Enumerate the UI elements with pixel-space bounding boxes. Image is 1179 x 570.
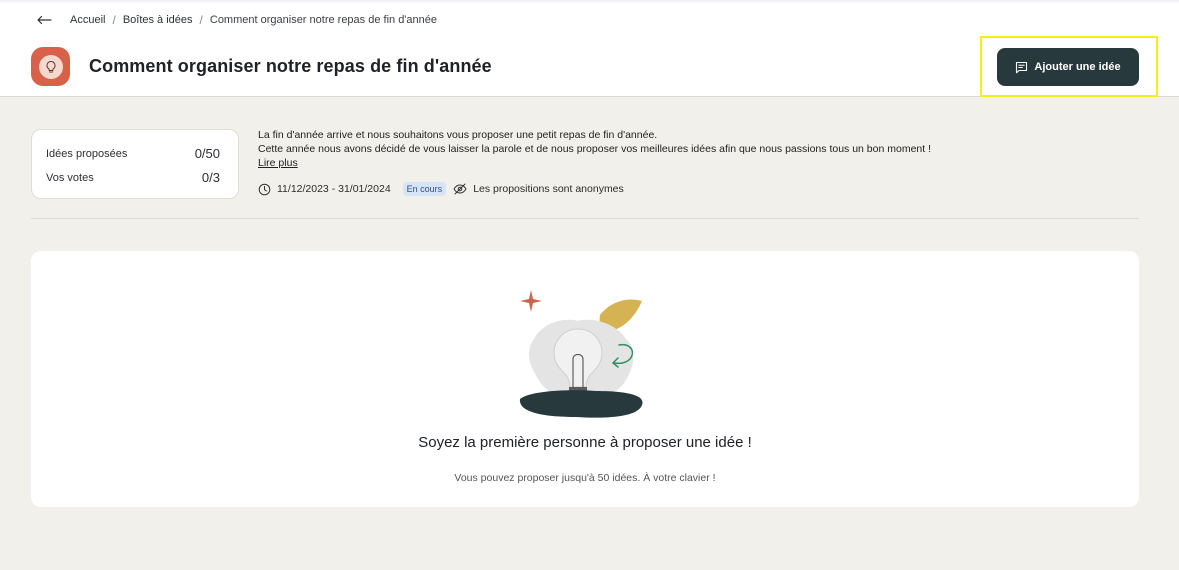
section-divider xyxy=(31,218,1139,219)
page-title: Comment organiser notre repas de fin d'a… xyxy=(89,56,492,76)
comment-icon xyxy=(1015,61,1028,74)
lightbulb-icon xyxy=(38,54,63,79)
breadcrumb: Accueil / Boîtes à idées / Comment organ… xyxy=(36,12,437,28)
read-more-link[interactable]: Lire plus xyxy=(258,157,298,169)
empty-state-card: Soyez la première personne à proposer un… xyxy=(31,251,1139,507)
breadcrumb-separator: / xyxy=(199,13,203,27)
description-line: Cette année nous avons décidé de vous la… xyxy=(258,142,931,155)
breadcrumb-separator: / xyxy=(112,13,116,27)
description: La fin d'année arrive et nous souhaitons… xyxy=(258,129,1118,156)
lightbulb-illustration xyxy=(516,287,656,421)
meta-info: 11/12/2023 - 31/01/2024 En cours Les pro… xyxy=(258,180,624,198)
stats-card: Idées proposées 0/50 Vos votes 0/3 xyxy=(31,129,239,199)
app-icon xyxy=(31,47,70,86)
description-line: La fin d'année arrive et nous souhaitons… xyxy=(258,129,658,141)
votes-value: 0/3 xyxy=(201,170,220,185)
status-badge: En cours xyxy=(402,182,447,196)
ideas-label: Idées proposées xyxy=(46,147,128,160)
empty-state-title: Soyez la première personne à proposer un… xyxy=(418,434,752,451)
breadcrumb-idea-boxes[interactable]: Boîtes à idées xyxy=(123,14,193,26)
breadcrumb-home[interactable]: Accueil xyxy=(70,14,105,26)
empty-state-subtitle: Vous pouvez proposer jusqu'à 50 idées. À… xyxy=(454,472,716,484)
eye-off-icon xyxy=(453,183,467,195)
add-idea-button[interactable]: Ajouter une idée xyxy=(997,48,1139,86)
date-range: 11/12/2023 - 31/01/2024 xyxy=(277,183,391,195)
ideas-stat: Idées proposées 0/50 xyxy=(46,146,220,161)
breadcrumb-current: Comment organiser notre repas de fin d'a… xyxy=(209,14,437,26)
votes-stat: Vos votes 0/3 xyxy=(46,170,220,185)
arrow-left-icon[interactable] xyxy=(36,13,54,27)
clock-icon xyxy=(258,183,271,196)
add-idea-button-label: Ajouter une idée xyxy=(1034,61,1121,73)
votes-label: Vos votes xyxy=(46,171,94,184)
ideas-value: 0/50 xyxy=(194,146,220,161)
anonymous-label: Les propositions sont anonymes xyxy=(473,183,624,195)
top-header: Accueil / Boîtes à idées / Comment organ… xyxy=(0,0,1179,97)
